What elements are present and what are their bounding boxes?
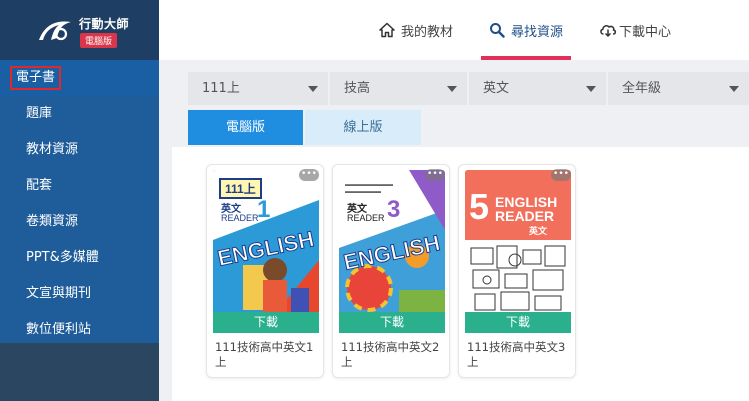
sidebar-item-question-bank[interactable]: 題庫 bbox=[0, 96, 159, 132]
sidebar-item-label: 數位便利站 bbox=[26, 322, 92, 337]
more-options-icon[interactable]: ••• bbox=[299, 169, 319, 181]
cover-series: READER bbox=[347, 213, 385, 223]
app-name: 行動大師 bbox=[79, 17, 130, 31]
school-select[interactable]: 技高 bbox=[330, 72, 467, 105]
sidebar-item-teaching-resources[interactable]: 教材資源 bbox=[0, 132, 159, 168]
active-tab-indicator bbox=[481, 56, 572, 60]
select-value: 111上 bbox=[202, 81, 240, 96]
tab-label: 我的教材 bbox=[401, 24, 454, 40]
app-badge: 電腦版 bbox=[80, 33, 118, 48]
book-title: 111技術高中英文3上 bbox=[467, 340, 566, 369]
cover-volume: 1 bbox=[257, 196, 271, 223]
cover-subject: 英文 bbox=[529, 226, 548, 236]
download-button[interactable]: 下載 bbox=[339, 312, 445, 333]
sidebar: 行動大師 電腦版 電子書 題庫 教材資源 配套 卷類資源 PPT&多媒體 文宣與… bbox=[0, 0, 159, 401]
cover-fine-print: ▬▬▬▬▬▬▬▬ ▬▬▬▬▬▬ bbox=[345, 182, 393, 195]
book-card[interactable]: 111上 英文 READER 1 ENGLISH ••• 下載 111技術高中英… bbox=[206, 164, 324, 378]
select-value: 技高 bbox=[344, 81, 371, 96]
book-cover: 5 ENGLISH READER 英文 bbox=[465, 170, 571, 316]
tab-online-version[interactable]: 線上版 bbox=[305, 110, 421, 145]
cover-volume: 3 bbox=[387, 196, 401, 223]
sidebar-item-ppt-media[interactable]: PPT&多媒體 bbox=[0, 240, 159, 276]
sidebar-item-supplements[interactable]: 配套 bbox=[0, 168, 159, 204]
select-value: 英文 bbox=[483, 81, 510, 96]
top-nav: 我的教材 尋找資源 下載中心 bbox=[159, 0, 749, 60]
more-options-icon[interactable]: ••• bbox=[551, 169, 571, 181]
book-title: 111技術高中英文1上 bbox=[215, 340, 314, 369]
sidebar-item-label: 文宣與期刊 bbox=[26, 286, 92, 301]
home-icon bbox=[379, 22, 395, 38]
book-card[interactable]: 5 ENGLISH READER 英文 ••• 下載 111技術高中英文3上 bbox=[458, 164, 576, 378]
sidebar-item-label: 教材資源 bbox=[26, 142, 79, 157]
subject-select[interactable]: 英文 bbox=[469, 72, 606, 105]
tab-label: 尋找資源 bbox=[511, 24, 564, 40]
chevron-down-icon bbox=[586, 86, 596, 92]
download-button[interactable]: 下載 bbox=[213, 312, 319, 333]
search-icon bbox=[490, 23, 505, 38]
book-card[interactable]: ▬▬▬▬▬▬▬▬ ▬▬▬▬▬▬ 英文 READER 3 ENGLISH ••• 下… bbox=[332, 164, 450, 378]
sidebar-item-publications[interactable]: 文宣與期刊 bbox=[0, 276, 159, 312]
chevron-down-icon bbox=[447, 86, 457, 92]
sidebar-item-label: 電子書 bbox=[10, 66, 62, 90]
book-cover: ▬▬▬▬▬▬▬▬ ▬▬▬▬▬▬ 英文 READER 3 ENGLISH bbox=[339, 170, 445, 316]
sidebar-item-label: 配套 bbox=[26, 178, 53, 193]
chevron-down-icon bbox=[308, 86, 318, 92]
select-value: 全年級 bbox=[622, 81, 662, 96]
book-cover: 111上 英文 READER 1 ENGLISH bbox=[213, 170, 319, 316]
more-options-icon[interactable]: ••• bbox=[425, 169, 445, 181]
tab-desktop-version[interactable]: 電腦版 bbox=[188, 110, 303, 145]
sidebar-item-exam-resources[interactable]: 卷類資源 bbox=[0, 204, 159, 240]
sidebar-item-label: 卷類資源 bbox=[26, 214, 79, 229]
tab-label: 下載中心 bbox=[619, 24, 672, 40]
year-select[interactable]: 111上 bbox=[188, 72, 328, 105]
tab-find-resources[interactable]: 尋找資源 bbox=[481, 0, 572, 60]
sidebar-item-ebook[interactable]: 電子書 bbox=[0, 60, 159, 96]
logo-mark-icon bbox=[39, 21, 71, 41]
app-logo[interactable]: 行動大師 電腦版 bbox=[0, 0, 159, 60]
tab-my-materials[interactable]: 我的教材 bbox=[379, 0, 453, 60]
cover-volume: 5 bbox=[469, 186, 490, 227]
cover-series: READER bbox=[495, 208, 555, 224]
tab-download-center[interactable]: 下載中心 bbox=[599, 0, 671, 60]
book-title: 111技術高中英文2上 bbox=[341, 340, 440, 369]
download-button[interactable]: 下載 bbox=[465, 312, 571, 333]
cover-badge: 111上 bbox=[219, 178, 262, 199]
grade-select[interactable]: 全年級 bbox=[608, 72, 749, 105]
chevron-down-icon bbox=[729, 86, 739, 92]
sidebar-footer bbox=[0, 343, 159, 401]
sidebar-item-label: 題庫 bbox=[26, 106, 53, 121]
sidebar-item-label: PPT&多媒體 bbox=[26, 250, 99, 265]
cover-series: READER bbox=[221, 213, 259, 223]
cloud-download-icon bbox=[600, 25, 617, 38]
